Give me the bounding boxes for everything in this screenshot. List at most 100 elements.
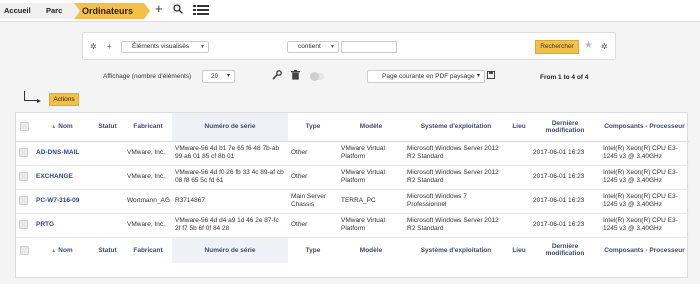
- row-last-modified: 2017-06-01 16:23: [530, 189, 600, 214]
- table-row[interactable]: PC-W7-316-09 Wortmann_AG R3714867 Main Serv…: [16, 189, 689, 214]
- row-processor: Intel(R) Xeon(R) CPU E3-1245 v3 @ 3.40GH…: [600, 189, 689, 214]
- col-footer-modele[interactable]: Modèle: [338, 236, 404, 263]
- add-criterion-icon[interactable]: +: [107, 42, 112, 51]
- export-value: Page courante en PDF paysage: [382, 73, 475, 80]
- row-manufacturer: VMware, Inc.: [124, 165, 172, 190]
- operator-value: contient: [298, 43, 321, 50]
- row-type: Other: [288, 141, 338, 166]
- save-icon[interactable]: [487, 71, 495, 81]
- col-footer-modif[interactable]: Dernière modification: [530, 236, 600, 263]
- row-processor: Intel(R) Xeon(R) CPU E3-1245 v3 @ 3.40GH…: [600, 165, 689, 190]
- sort-asc-icon: ▲: [51, 247, 57, 254]
- top-bar: Accueil Parc Ordinateurs +: [0, 0, 700, 22]
- row-model: VMware Virtual Platform: [338, 141, 404, 166]
- search-value-input[interactable]: [341, 41, 397, 53]
- row-checkbox[interactable]: [16, 213, 33, 238]
- row-last-modified: 2017-06-01 16:23: [530, 141, 600, 166]
- row-model: VMware Virtual Platform: [338, 213, 404, 238]
- star-icon[interactable]: ★: [584, 40, 593, 51]
- row-type: Other: [288, 213, 338, 238]
- gear-dot-icon[interactable]: ✲: [601, 42, 608, 51]
- chevron-down-icon: ▾: [200, 44, 204, 50]
- row-status: [91, 141, 124, 166]
- col-footer-statut[interactable]: Statut: [91, 236, 124, 263]
- row-os: Microsoft Windows 7 Professionnel: [404, 189, 508, 214]
- col-header-serie[interactable]: Numéro de série: [172, 113, 288, 142]
- col-header-lieu[interactable]: Lieu: [508, 113, 530, 142]
- toggle-knob: [310, 72, 319, 81]
- row-processor: Intel(R) Xeon(R) CPU E3-1245 v3 @ 3.40GH…: [600, 141, 689, 166]
- table-row[interactable]: PRTG VMware, Inc. VMware-56 4d d4 a9 1d 46…: [16, 213, 689, 238]
- col-header-type[interactable]: Type: [288, 113, 338, 142]
- col-header-modif[interactable]: Dernière modification: [530, 113, 600, 142]
- toggle-switch[interactable]: [310, 72, 324, 81]
- display-count-label: Affichage (nombre d'éléments): [103, 73, 192, 80]
- breadcrumb-current[interactable]: Ordinateurs: [74, 3, 150, 19]
- row-os: Microsoft Windows Server 2012 R2 Standar…: [404, 213, 508, 238]
- row-model: TERRA_PC: [338, 189, 404, 214]
- col-footer-serie[interactable]: Numéro de série: [172, 236, 288, 263]
- select-all-checkbox[interactable]: [16, 113, 33, 142]
- row-checkbox[interactable]: [16, 165, 33, 190]
- row-name-link[interactable]: EXCHANGE: [33, 165, 91, 190]
- col-header-fabricant[interactable]: Fabricant: [124, 113, 172, 142]
- per-page-value: 20: [211, 73, 219, 80]
- sort-asc-icon: ▲: [51, 124, 57, 131]
- row-serial: R3714867: [172, 189, 288, 214]
- search-icon[interactable]: [173, 4, 183, 18]
- actions-button[interactable]: Actions: [49, 93, 79, 106]
- table-footer-row: ▲ Nom Statut Fabricant Numéro de série Ty…: [16, 236, 689, 263]
- col-footer-os[interactable]: Système d'exploitation: [404, 236, 508, 263]
- col-footer-processeur[interactable]: Composants - Processeur: [600, 236, 689, 263]
- trash-icon[interactable]: [291, 70, 300, 84]
- row-checkbox[interactable]: [16, 141, 33, 166]
- chevron-down-icon: ▾: [226, 73, 230, 79]
- export-select[interactable]: Page courante en PDF paysage ▾: [367, 70, 485, 83]
- list-icon[interactable]: [193, 5, 209, 19]
- chevron-down-icon: ▾: [330, 44, 334, 50]
- breadcrumb-home[interactable]: Accueil: [0, 3, 46, 19]
- col-footer-nom[interactable]: ▲ Nom: [33, 236, 91, 263]
- col-footer-lieu[interactable]: Lieu: [508, 236, 530, 263]
- row-location: [508, 141, 530, 166]
- row-manufacturer: Wortmann_AG: [124, 189, 172, 214]
- col-header-modele[interactable]: Modèle: [338, 113, 404, 142]
- row-type: Other: [288, 165, 338, 190]
- row-serial: VMware-56 4d b1 7e 65 f6 48 7b-ab 99 a6 …: [172, 141, 288, 166]
- row-status: [91, 165, 124, 190]
- criteria-field-select[interactable]: Éléments visualisés ▾: [121, 41, 209, 53]
- computers-table: ▲ Nom Statut Fabricant Numéro de série Ty…: [15, 112, 689, 278]
- add-icon[interactable]: +: [155, 2, 163, 16]
- row-manufacturer: VMware, Inc.: [124, 213, 172, 238]
- search-panel: ✲ + Éléments visualisés ▾ contient ▾ Rec…: [82, 32, 616, 60]
- select-all-checkbox[interactable]: [16, 236, 33, 263]
- row-name-link[interactable]: PC-W7-316-09: [33, 189, 91, 214]
- criteria-field-value: Éléments visualisés: [132, 43, 190, 50]
- col-footer-fabricant[interactable]: Fabricant: [124, 236, 172, 263]
- table-row[interactable]: EXCHANGE VMware, Inc. VMware-56 4d f0 26 f…: [16, 165, 689, 190]
- col-header-nom[interactable]: ▲ Nom: [33, 113, 91, 142]
- search-button[interactable]: Rechercher: [535, 40, 579, 54]
- col-footer-type[interactable]: Type: [288, 236, 338, 263]
- wrench-icon[interactable]: [272, 70, 282, 84]
- row-type: Main Server Chassis: [288, 189, 338, 214]
- row-serial: VMware-56 4d f0 26 fb 33 4c 89-af cb 08 …: [172, 165, 288, 190]
- row-name-link[interactable]: PRTG: [33, 213, 91, 238]
- gear-dot-icon[interactable]: ✲: [90, 42, 97, 51]
- row-status: [91, 213, 124, 238]
- table-row[interactable]: AD-DNS-MAIL VMware, Inc. VMware-56 4d b1 7…: [16, 141, 689, 166]
- col-header-processeur[interactable]: Composants - Processeur: [600, 113, 689, 142]
- per-page-select[interactable]: 20 ▾: [202, 70, 235, 83]
- row-checkbox[interactable]: [16, 189, 33, 214]
- col-header-statut[interactable]: Statut: [91, 113, 124, 142]
- row-name-link[interactable]: AD-DNS-MAIL: [33, 141, 91, 166]
- row-serial: VMware-56 4d d4 a9 1d 46 2e 87-fc 2f f7 …: [172, 213, 288, 238]
- pagination-text: From 1 to 4 of 4: [540, 74, 589, 81]
- col-header-os[interactable]: Système d'exploitation: [404, 113, 508, 142]
- return-arrow-icon: [24, 91, 41, 103]
- row-model: VMware Virtual Platform: [338, 165, 404, 190]
- row-last-modified: 2017-06-01 16:23: [530, 213, 600, 238]
- row-location: [508, 165, 530, 190]
- operator-select[interactable]: contient ▾: [287, 41, 339, 53]
- row-processor: Intel(R) Xeon(R) CPU E3-1245 v3 @ 3.40GH…: [600, 213, 689, 238]
